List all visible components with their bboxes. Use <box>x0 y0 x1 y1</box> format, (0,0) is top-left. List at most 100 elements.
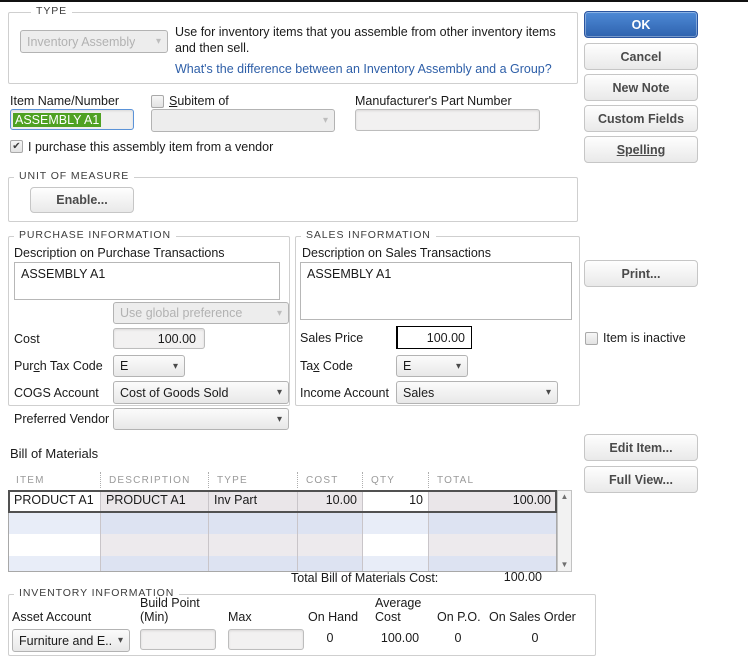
sales-desc-label: Description on Sales Transactions <box>302 246 491 260</box>
full-view-button[interactable]: Full View... <box>584 466 698 493</box>
bom-header-cost[interactable]: COST <box>297 472 362 488</box>
bom-header-total[interactable]: TOTAL <box>428 472 555 488</box>
type-description-line1: Use for inventory items that you assembl… <box>175 25 556 39</box>
cogs-account-value: Cost of Goods Sold <box>120 386 228 400</box>
purchase-desc-label: Description on Purchase Transactions <box>14 246 225 260</box>
purch-tax-code-dropdown[interactable]: E ▾ <box>113 355 185 377</box>
bom-header-row: ITEM DESCRIPTION TYPE COST QTY TOTAL <box>8 469 557 490</box>
type-group-title: TYPE <box>31 5 72 17</box>
bom-scrollbar[interactable]: ▲ ▼ <box>557 490 572 572</box>
on-po-value: 0 <box>430 631 486 645</box>
build-point-label-line1: Build Point <box>140 596 200 610</box>
scroll-down-icon[interactable]: ▼ <box>561 561 569 569</box>
bom-total-label: Total Bill of Materials Cost: <box>291 571 438 585</box>
chevron-down-icon: ▾ <box>456 361 461 372</box>
new-note-button[interactable]: New Note <box>584 74 698 101</box>
bom-cell-total[interactable]: 100.00 <box>429 491 556 512</box>
income-account-value: Sales <box>403 386 434 400</box>
average-cost-label-line2: Cost <box>375 610 401 624</box>
sales-price-input[interactable]: 100.00 <box>396 326 472 349</box>
item-type-dropdown[interactable]: Inventory Assembly ▾ <box>20 30 168 53</box>
mpn-input[interactable] <box>355 109 540 131</box>
cogs-account-label: COGS Account <box>14 386 99 400</box>
print-button[interactable]: Print... <box>584 260 698 287</box>
purchase-desc-textarea[interactable]: ASSEMBLY A1 <box>14 262 280 300</box>
asset-account-value: Furniture and E... <box>19 634 112 648</box>
bom-header-type[interactable]: TYPE <box>208 472 297 488</box>
on-sales-order-value: 0 <box>500 631 570 645</box>
window-top-border <box>0 0 748 2</box>
item-name-input[interactable]: ASSEMBLY A1 <box>10 109 134 130</box>
build-point-input[interactable] <box>140 629 216 650</box>
on-hand-value: 0 <box>300 631 360 645</box>
bom-header-qty[interactable]: QTY <box>362 472 428 488</box>
purch-tax-code-value: E <box>120 359 128 373</box>
scroll-up-icon[interactable]: ▲ <box>561 493 569 501</box>
sales-info-title: SALES INFORMATION <box>301 229 436 241</box>
check-icon: ✔ <box>12 142 20 152</box>
bom-header-item[interactable]: ITEM <box>8 472 100 488</box>
sales-price-value: 100.00 <box>427 331 465 345</box>
bom-table: PRODUCT A1 PRODUCT A1 Inv Part 10.00 10 … <box>8 490 557 572</box>
bom-cell-description[interactable]: PRODUCT A1 <box>101 491 209 512</box>
mpn-label: Manufacturer's Part Number <box>355 94 512 108</box>
cancel-button[interactable]: Cancel <box>584 43 698 70</box>
cost-value: 100.00 <box>158 332 196 346</box>
ok-button[interactable]: OK <box>584 11 698 38</box>
subitem-dropdown[interactable]: ▾ <box>151 109 335 132</box>
max-input[interactable] <box>228 629 304 650</box>
cost-input[interactable]: 100.00 <box>113 328 205 349</box>
assembly-group-help-link[interactable]: What's the difference between an Invento… <box>175 62 552 76</box>
bom-empty-row[interactable] <box>9 556 556 571</box>
purchase-info-title: PURCHASE INFORMATION <box>14 229 176 241</box>
bom-row[interactable]: PRODUCT A1 PRODUCT A1 Inv Part 10.00 10 … <box>9 491 556 512</box>
tax-code-value: E <box>403 359 411 373</box>
bom-cell-cost[interactable]: 10.00 <box>298 491 363 512</box>
uom-group-title: UNIT OF MEASURE <box>14 170 134 182</box>
tax-code-label: Tax Code <box>300 359 353 373</box>
bom-cell-item[interactable]: PRODUCT A1 <box>9 491 101 512</box>
on-po-label: On P.O. <box>437 610 481 624</box>
purch-tax-code-label: Purch Tax Code <box>14 359 103 373</box>
preferred-vendor-dropdown[interactable]: ▾ <box>113 408 289 430</box>
type-description-line2: and then sell. <box>175 41 249 55</box>
cost-label: Cost <box>14 332 40 346</box>
item-name-label: Item Name/Number <box>10 94 119 108</box>
bom-cell-qty[interactable]: 10 <box>363 491 429 512</box>
cogs-account-dropdown[interactable]: Cost of Goods Sold ▾ <box>113 381 289 404</box>
income-account-dropdown[interactable]: Sales ▾ <box>396 381 558 404</box>
asset-account-dropdown[interactable]: Furniture and E... ▾ <box>12 629 130 652</box>
enable-uom-button[interactable]: Enable... <box>30 187 134 213</box>
bom-title: Bill of Materials <box>10 446 98 461</box>
chevron-down-icon: ▾ <box>277 308 282 319</box>
sales-desc-textarea[interactable]: ASSEMBLY A1 <box>300 262 572 320</box>
income-account-label: Income Account <box>300 386 389 400</box>
bom-header-description[interactable]: DESCRIPTION <box>100 472 208 488</box>
chevron-down-icon: ▾ <box>156 36 161 47</box>
purchase-from-vendor-checkbox[interactable]: ✔ <box>10 140 23 153</box>
global-preference-value: Use global preference <box>120 306 242 320</box>
bom-cell-type[interactable]: Inv Part <box>209 491 298 512</box>
bom-empty-row[interactable] <box>9 512 556 534</box>
on-sales-order-label: On Sales Order <box>489 610 576 624</box>
global-preference-dropdown[interactable]: Use global preference ▾ <box>113 302 289 324</box>
tax-code-dropdown[interactable]: E ▾ <box>396 355 468 377</box>
average-cost-value: 100.00 <box>368 631 432 645</box>
spelling-button[interactable]: Spelling <box>584 136 698 163</box>
average-cost-label-line1: Average <box>375 596 421 610</box>
bom-empty-row[interactable] <box>9 534 556 556</box>
asset-account-label: Asset Account <box>12 610 91 624</box>
custom-fields-button[interactable]: Custom Fields <box>584 105 698 132</box>
purchase-from-vendor-label: I purchase this assembly item from a ven… <box>28 140 273 154</box>
edit-item-button[interactable]: Edit Item... <box>584 434 698 461</box>
sales-price-label: Sales Price <box>300 331 363 345</box>
item-type-value: Inventory Assembly <box>27 35 135 49</box>
item-inactive-label: Item is inactive <box>603 331 686 345</box>
subitem-label: Subitem of <box>169 94 229 108</box>
subitem-checkbox[interactable] <box>151 95 164 108</box>
item-inactive-checkbox[interactable] <box>585 332 598 345</box>
chevron-down-icon: ▾ <box>118 635 123 646</box>
chevron-down-icon: ▾ <box>173 361 178 372</box>
max-label: Max <box>228 610 252 624</box>
chevron-down-icon: ▾ <box>277 387 282 398</box>
